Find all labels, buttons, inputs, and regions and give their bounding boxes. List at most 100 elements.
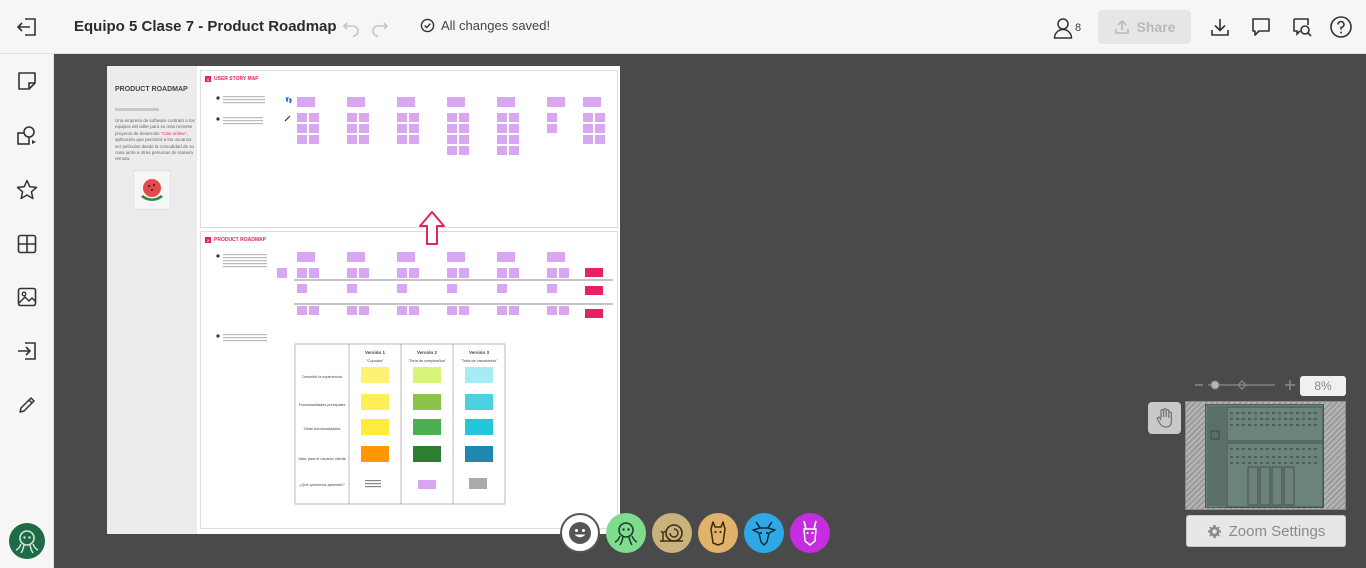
import-tool[interactable] bbox=[14, 338, 40, 364]
sticky-note bbox=[465, 419, 493, 435]
text-line bbox=[223, 99, 265, 101]
sticky-note bbox=[583, 124, 593, 133]
layout-tool[interactable] bbox=[14, 231, 40, 257]
zoom-settings-label: Zoom Settings bbox=[1228, 522, 1326, 540]
goat-icon bbox=[752, 521, 776, 546]
shapes-icon bbox=[17, 126, 36, 145]
sticky-note bbox=[509, 268, 519, 278]
row-label: Describir la experiencia bbox=[302, 375, 342, 379]
sticky-note bbox=[397, 306, 407, 315]
zoom-settings-button[interactable]: Zoom Settings bbox=[1186, 515, 1346, 547]
text-line bbox=[223, 102, 265, 104]
sticky-note bbox=[297, 306, 307, 315]
sticky-note bbox=[595, 113, 605, 122]
text-line bbox=[365, 486, 381, 488]
version-header: Versión 3 bbox=[469, 350, 490, 355]
text-line bbox=[223, 120, 263, 122]
sticky-note bbox=[297, 124, 307, 133]
product-roadmap-frame[interactable]: 2 PRODUCT ROADMAP Versión 1 "Cupcake" Vers… bbox=[200, 231, 618, 529]
minimap[interactable] bbox=[1185, 401, 1346, 510]
sticky-note bbox=[359, 124, 369, 133]
bullet-point bbox=[216, 117, 220, 121]
top-bar: Equipo 5 Clase 7 - Product Roadmap All c… bbox=[0, 0, 1366, 54]
sticky-note bbox=[547, 268, 557, 278]
user-avatar[interactable] bbox=[9, 523, 45, 559]
collaborator-snail[interactable] bbox=[652, 513, 692, 553]
sticky-note bbox=[595, 135, 605, 144]
sticky-note bbox=[459, 306, 469, 315]
version-header: Versión 2 bbox=[417, 350, 438, 355]
share-button[interactable]: Share bbox=[1098, 10, 1191, 44]
comments-button[interactable] bbox=[1248, 14, 1274, 40]
sticky-note bbox=[547, 252, 565, 262]
sticky-note-icon bbox=[18, 72, 36, 90]
shapes-tool[interactable] bbox=[14, 123, 40, 149]
sticky-note bbox=[309, 268, 319, 278]
download-button[interactable] bbox=[1207, 14, 1233, 40]
reaction-smiley[interactable] bbox=[560, 513, 600, 553]
help-button[interactable] bbox=[1328, 14, 1354, 40]
version-name: "Torta de casamiento" bbox=[461, 359, 499, 363]
board-title[interactable]: Equipo 5 Clase 7 - Product Roadmap bbox=[74, 18, 337, 35]
sticky-note bbox=[297, 284, 307, 293]
sticky-note bbox=[409, 135, 419, 144]
collaborators-button[interactable]: 8 bbox=[1050, 15, 1084, 41]
release-tag bbox=[585, 268, 603, 277]
board-canvas[interactable]: PRODUCT ROADMAP Una empresa de software … bbox=[107, 66, 620, 534]
sticky-note bbox=[595, 124, 605, 133]
pen-tool[interactable] bbox=[14, 392, 40, 418]
sticky-note bbox=[359, 113, 369, 122]
minimap-viewport[interactable] bbox=[1205, 404, 1324, 508]
sticky-note bbox=[497, 135, 507, 144]
image-icon bbox=[17, 287, 37, 307]
check-circle-icon bbox=[420, 18, 435, 33]
sticky-note bbox=[413, 419, 441, 435]
sticky-note bbox=[447, 252, 465, 262]
left-toolbar bbox=[0, 18, 54, 568]
sticky-note bbox=[497, 124, 507, 133]
pencil-icon bbox=[284, 115, 291, 122]
sticky-note bbox=[509, 124, 519, 133]
bullet-point bbox=[216, 334, 220, 338]
text-line bbox=[223, 117, 263, 119]
sticky-note bbox=[397, 252, 415, 262]
undo-icon bbox=[342, 22, 359, 37]
redo-button[interactable] bbox=[369, 16, 391, 38]
image-tool[interactable] bbox=[14, 284, 40, 310]
text-line bbox=[223, 260, 267, 262]
sticky-note bbox=[347, 252, 365, 262]
sticky-note bbox=[359, 306, 369, 315]
sticky-note bbox=[509, 113, 519, 122]
sticky-note bbox=[547, 284, 557, 293]
user-story-map-frame[interactable]: 1 USER STORY MAP 👣 bbox=[200, 70, 618, 228]
sticky-note-tool[interactable] bbox=[14, 68, 40, 94]
collaborator-octopus[interactable] bbox=[606, 513, 646, 553]
collaborator-goat[interactable] bbox=[744, 513, 784, 553]
octopus-icon bbox=[614, 522, 638, 546]
stickers-tool[interactable] bbox=[14, 177, 40, 203]
sticky-note bbox=[297, 97, 315, 107]
undo-button[interactable] bbox=[340, 16, 362, 38]
row-label: Funcionalidades principales bbox=[299, 403, 346, 407]
zoom-slider[interactable] bbox=[1193, 378, 1299, 392]
feet-icon: 👣 bbox=[285, 96, 293, 104]
user-count: 8 bbox=[1074, 22, 1082, 34]
collaborator-donkey[interactable] bbox=[790, 513, 830, 553]
up-arrow-shape[interactable] bbox=[418, 210, 446, 246]
exit-board-button[interactable] bbox=[14, 14, 40, 40]
sticky-note bbox=[413, 367, 441, 383]
zoom-percentage[interactable]: 8% bbox=[1300, 376, 1346, 396]
sticky-note bbox=[497, 284, 507, 293]
text-line bbox=[223, 340, 267, 342]
row-label: Otras funcionalidades bbox=[304, 427, 341, 431]
pan-tool-button[interactable] bbox=[1148, 402, 1181, 434]
sticky-note bbox=[397, 113, 407, 122]
search-comments-button[interactable] bbox=[1289, 14, 1315, 40]
collaborator-horse[interactable] bbox=[698, 513, 738, 553]
sticky-note bbox=[397, 268, 407, 278]
grid-icon bbox=[17, 234, 37, 254]
sticky-note bbox=[547, 97, 565, 107]
sticky-note bbox=[297, 268, 307, 278]
text-line bbox=[223, 263, 267, 265]
text-line bbox=[223, 96, 265, 98]
